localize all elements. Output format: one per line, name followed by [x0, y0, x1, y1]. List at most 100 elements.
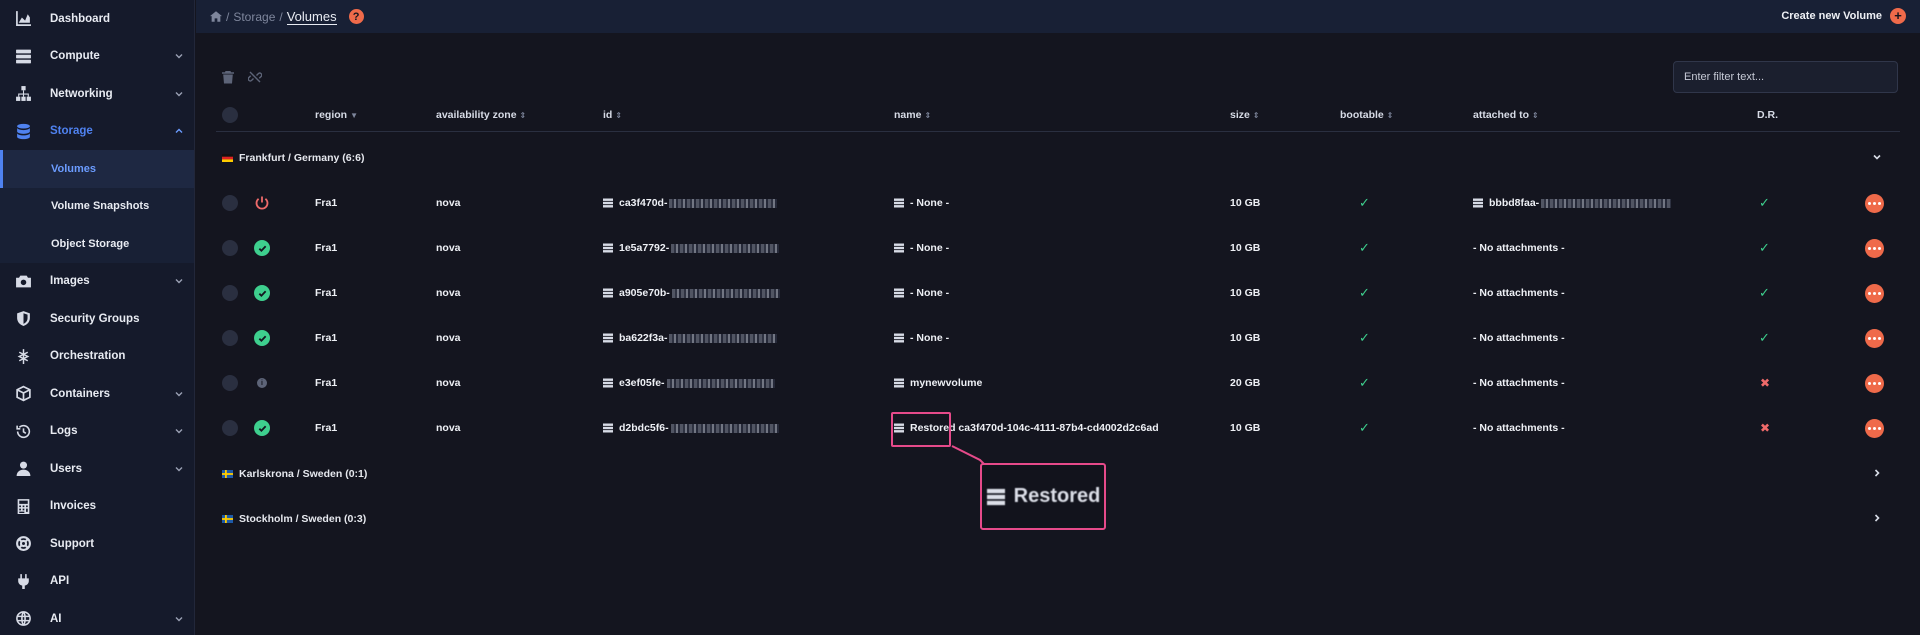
cell-attached-to[interactable]: bbbd8faa- [1473, 183, 1672, 223]
sidebar-subitem-volumes[interactable]: Volumes [0, 150, 194, 188]
filter-input[interactable] [1673, 61, 1898, 93]
plug-icon [14, 572, 32, 590]
table-row[interactable]: Fra1 nova ca3f470d- - None - 10 GB ✓ bbb… [216, 183, 1900, 223]
column-header-id[interactable]: id ⇕ [603, 109, 622, 121]
column-header-attached-to[interactable]: attached to ⇕ [1473, 109, 1539, 121]
column-header-dr[interactable]: D.R. [1757, 109, 1778, 121]
sidebar-item-ai[interactable]: AI [0, 600, 194, 635]
sidebar-item-users[interactable]: Users [0, 450, 194, 488]
column-header-name[interactable]: name ⇕ [894, 109, 931, 121]
sidebar-item-api[interactable]: API [0, 563, 194, 601]
table-row[interactable]: Fra1 nova a905e70b- - None - 10 GB ✓ - N… [216, 273, 1900, 313]
chevron-down-icon [175, 91, 183, 97]
sidebar-item-invoices[interactable]: Invoices [0, 488, 194, 526]
column-header-availability-zone[interactable]: availability zone ⇕ [436, 109, 526, 121]
sidebar-item-compute[interactable]: Compute [0, 38, 194, 76]
status-ok-icon [254, 330, 270, 346]
more-actions-button[interactable] [1865, 328, 1884, 348]
select-all-checkbox[interactable] [222, 107, 238, 123]
sidebar-item-images[interactable]: Images [0, 263, 194, 301]
table-row[interactable]: Fra1 nova ba622f3a- - None - 10 GB ✓ - N… [216, 318, 1900, 358]
sidebar-item-containers[interactable]: Containers [0, 375, 194, 413]
sidebar-subitem-volume-snapshots[interactable]: Volume Snapshots [0, 187, 194, 225]
sort-icon: ⇕ [924, 110, 932, 120]
row-checkbox[interactable] [222, 240, 238, 256]
cell-size: 10 GB [1230, 242, 1261, 254]
list-icon [1473, 198, 1483, 208]
chevron-right-icon [1874, 514, 1880, 522]
more-actions-button[interactable] [1865, 193, 1884, 213]
database-icon [14, 122, 32, 140]
breadcrumb-storage[interactable]: Storage [233, 10, 275, 24]
help-icon[interactable]: ? [348, 9, 364, 24]
trash-icon[interactable] [221, 70, 235, 84]
detach-icon[interactable] [248, 70, 262, 84]
sidebar: Dashboard Compute Networking Storage Vol… [0, 0, 195, 635]
column-header-size[interactable]: size ⇕ [1230, 109, 1260, 121]
table-row[interactable]: Fra1 nova 1e5a7792- - None - 10 GB ✓ - N… [216, 228, 1900, 268]
sidebar-subitem-object-storage[interactable]: Object Storage [0, 225, 194, 263]
status-ok-icon [254, 285, 270, 301]
create-volume-label: Create new Volume [1781, 10, 1882, 22]
name-text: mynewvolume [910, 377, 983, 389]
camera-icon [14, 272, 32, 290]
sidebar-item-label: Users [50, 462, 82, 475]
cell-id[interactable]: ba622f3a- [603, 318, 778, 358]
sidebar-item-dashboard[interactable]: Dashboard [0, 0, 194, 38]
cell-id[interactable]: a905e70b- [603, 273, 780, 313]
cell-name[interactable]: - None - [894, 318, 949, 358]
sidebar-item-networking[interactable]: Networking [0, 75, 194, 113]
cross-icon: ✖ [1760, 376, 1771, 390]
region-group-frankfurt[interactable]: Frankfurt / Germany (6:6) [216, 138, 1900, 178]
shield-icon [14, 310, 32, 328]
sidebar-item-orchestration[interactable]: Orchestration [0, 338, 194, 376]
row-checkbox[interactable] [222, 285, 238, 301]
chart-icon [14, 10, 32, 28]
cell-id[interactable]: ca3f470d- [603, 183, 778, 223]
redacted-text [669, 198, 778, 208]
sidebar-item-security-groups[interactable]: Security Groups [0, 300, 194, 338]
table-row[interactable]: Fra1 nova d2bdc5f6- Restored ca3f470d-10… [216, 408, 1900, 448]
sidebar-item-logs[interactable]: Logs [0, 413, 194, 451]
cell-name[interactable]: - None - [894, 183, 949, 223]
table-row[interactable]: i Fra1 nova e3ef05fe- mynewvolume 20 GB … [216, 363, 1900, 403]
more-actions-button[interactable] [1865, 283, 1884, 303]
more-actions-button[interactable] [1865, 418, 1884, 438]
sidebar-item-label: Dashboard [50, 12, 111, 25]
cell-name[interactable]: mynewvolume [894, 363, 982, 403]
sidebar-item-storage[interactable]: Storage [0, 113, 194, 151]
table-header: region ▼ availability zone ⇕ id ⇕ name ⇕ siz… [216, 100, 1900, 132]
row-checkbox[interactable] [222, 375, 238, 391]
status-ok-icon [254, 420, 270, 436]
create-volume-button[interactable]: Create new Volume + [1781, 8, 1906, 24]
check-icon: ✓ [1359, 285, 1370, 300]
sort-icon: ⇕ [1386, 110, 1394, 120]
row-checkbox[interactable] [222, 195, 238, 211]
id-text: 1e5a7792- [619, 242, 670, 254]
cell-id[interactable]: e3ef05fe- [603, 363, 775, 403]
row-checkbox[interactable] [222, 420, 238, 436]
page-title: Volumes [286, 8, 337, 25]
more-actions-button[interactable] [1865, 373, 1884, 393]
sweden-flag-icon [222, 515, 233, 523]
cell-name[interactable]: - None - [894, 228, 949, 268]
cell-id[interactable]: d2bdc5f6- [603, 408, 779, 448]
id-text: d2bdc5f6- [619, 422, 669, 434]
cell-id[interactable]: 1e5a7792- [603, 228, 780, 268]
home-icon[interactable] [210, 11, 222, 22]
cell-name[interactable]: - None - [894, 273, 949, 313]
topbar: / Storage / Volumes ? Create new Volume … [196, 0, 1920, 33]
list-icon [603, 378, 613, 388]
more-actions-button[interactable] [1865, 238, 1884, 258]
column-header-region[interactable]: region ▼ [315, 109, 358, 121]
history-icon [14, 422, 32, 440]
check-icon: ✓ [1359, 240, 1370, 255]
row-checkbox[interactable] [222, 330, 238, 346]
calculator-icon [14, 497, 32, 515]
id-text: ba622f3a- [619, 332, 668, 344]
column-header-bootable[interactable]: bootable ⇕ [1340, 109, 1393, 121]
sidebar-item-support[interactable]: Support [0, 525, 194, 563]
sidebar-item-label: Networking [50, 87, 113, 100]
list-icon [603, 423, 613, 433]
list-icon [986, 488, 1005, 505]
